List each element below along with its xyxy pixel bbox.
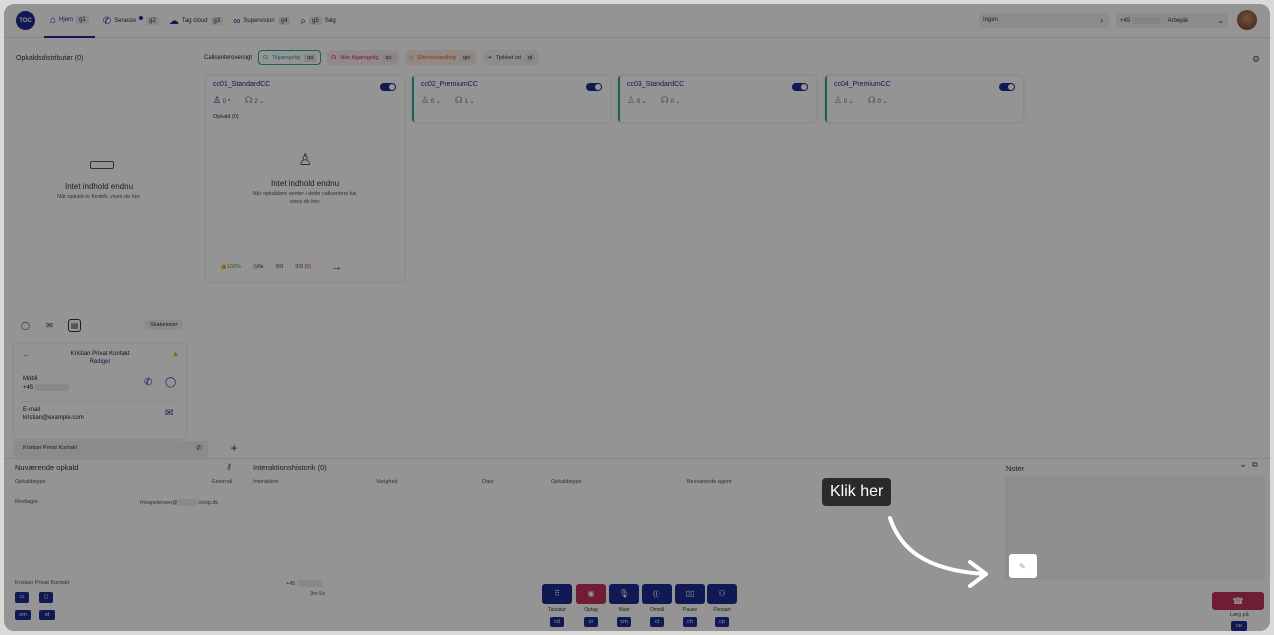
pencil-icon: ✎ bbox=[1019, 562, 1026, 571]
app-frame: TOC ⌂ Hjem g1 ✆ Seneste g2 ☁ Tag cloud g… bbox=[4, 4, 1270, 631]
dim-overlay bbox=[4, 4, 1270, 631]
guide-arrow-icon bbox=[888, 516, 988, 588]
notes-edit-target[interactable]: ✎ bbox=[1010, 555, 1036, 577]
guide-tooltip: Klik her bbox=[822, 478, 892, 506]
